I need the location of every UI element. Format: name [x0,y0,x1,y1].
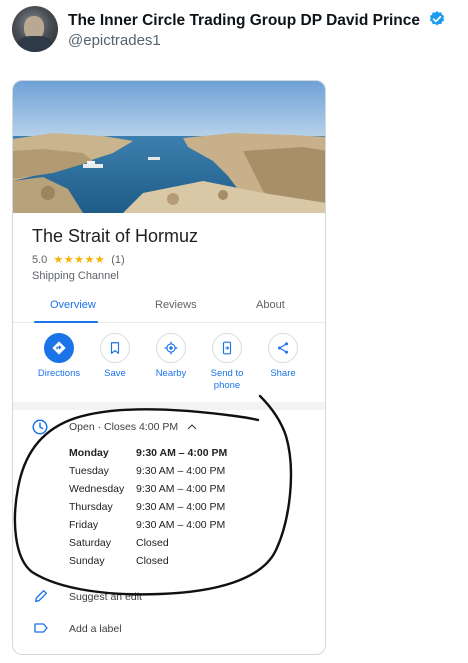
hours-day: Sunday [69,555,105,567]
nearby-icon [156,333,186,363]
hours-time: 9:30 AM – 4:00 PM [136,447,228,459]
hours-row: Tuesday 9:30 AM – 4:00 PM [69,463,269,481]
avatar-shirt [17,36,53,52]
directions-label: Directions [37,368,81,379]
hours-row: Wednesday 9:30 AM – 4:00 PM [69,481,269,499]
hours-row: Friday 9:30 AM – 4:00 PM [69,517,269,535]
hours-day: Saturday [69,537,112,549]
hours-row: Saturday Closed [69,535,269,553]
place-title: The Strait of Hormuz [32,226,199,246]
bookmark-icon [100,333,130,363]
review-count: (1) [111,254,125,266]
place-photo[interactable] [13,81,326,213]
hours-time: 9:30 AM – 4:00 PM [136,519,226,531]
hours-time: 9:30 AM – 4:00 PM [136,501,226,513]
action-buttons: Directions Save Nearby Send to phone Sha… [13,333,325,399]
suggest-edit-text: Suggest an edit [69,591,142,603]
rating-row[interactable]: 5.0 ★★★★★ (1) [32,253,125,266]
hours-day: Thursday [69,501,113,513]
directions-icon [44,333,74,363]
display-name-text: The Inner Circle Trading Group DP David … [68,12,420,29]
share-button[interactable]: Share [253,333,313,380]
attached-screenshot[interactable]: The Strait of Hormuz 5.0 ★★★★★ (1) Shipp… [12,80,326,655]
send-to-phone-icon [212,333,242,363]
opening-hours-summary[interactable]: Open · Closes 4:00 PM [31,418,311,436]
share-icon [268,333,298,363]
hours-day: Wednesday [69,483,125,495]
tab-overview[interactable]: Overview [50,299,96,311]
share-label: Share [270,368,296,379]
send-to-phone-label: Send to phone [210,368,244,391]
star-rating-icon: ★★★★★ [53,254,106,266]
send-to-phone-button[interactable]: Send to phone [197,333,257,392]
open-status: Open · Closes 4:00 PM [69,421,179,433]
hours-time: 9:30 AM – 4:00 PM [136,483,226,495]
tab-reviews[interactable]: Reviews [155,299,197,311]
rating-value: 5.0 [32,254,48,266]
hours-table: Monday 9:30 AM – 4:00 PM Tuesday 9:30 AM… [69,445,269,571]
add-label-link[interactable]: Add a label [31,620,311,638]
hours-day: Tuesday [69,465,109,477]
hours-row: Thursday 9:30 AM – 4:00 PM [69,499,269,517]
save-label: Save [104,368,126,379]
label-icon [34,623,48,633]
save-button[interactable]: Save [85,333,145,380]
hours-time: Closed [136,555,169,567]
hours-row: Monday 9:30 AM – 4:00 PM [69,445,269,463]
hours-time: 9:30 AM – 4:00 PM [136,465,226,477]
tweet-header: The Inner Circle Trading Group DP David … [12,6,462,56]
hours-day: Friday [69,519,99,531]
user-handle[interactable]: @epictrades1 [68,32,161,49]
tab-bar: Overview Reviews About [13,293,325,323]
clock-icon [32,419,48,435]
hours-time: Closed [136,537,169,549]
hours-day: Monday [69,447,109,459]
display-name[interactable]: The Inner Circle Trading Group DP David … [68,10,446,30]
place-category: Shipping Channel [32,270,119,282]
tab-about[interactable]: About [256,299,285,311]
section-divider [13,402,325,410]
suggest-edit-link[interactable]: Suggest an edit [31,588,311,606]
add-label-text: Add a label [69,623,122,635]
chevron-up-icon[interactable] [186,421,198,433]
nearby-button[interactable]: Nearby [141,333,201,380]
directions-button[interactable]: Directions [29,333,89,380]
nearby-label: Nearby [155,368,187,379]
avatar[interactable] [12,6,58,52]
pencil-icon [35,590,47,602]
hours-row: Sunday Closed [69,553,269,571]
active-tab-indicator [34,321,98,323]
verified-badge-icon [430,11,445,26]
